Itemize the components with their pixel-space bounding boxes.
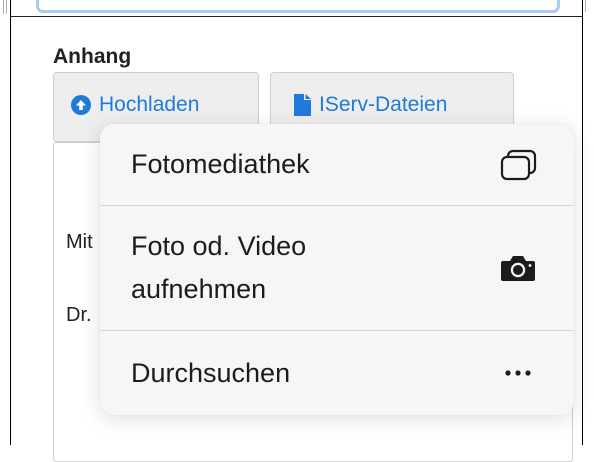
panel-text-line-1: Mit [66,231,93,253]
menu-item-take-photo-video[interactable]: Foto od. Video aufnehmen [100,206,574,331]
menu-item-photo-library[interactable]: Fotomediathek [100,124,574,206]
text-field-above[interactable] [36,0,560,13]
left-scrollbar-fragment [3,0,7,14]
menu-item-label: Foto od. Video aufnehmen [131,231,307,304]
menu-item-label: Durchsuchen [131,357,291,388]
right-border [582,0,594,445]
menu-item-browse[interactable]: Durchsuchen [100,331,574,415]
top-divider [10,16,583,17]
left-border [0,0,11,445]
attachments-heading: Anhang [53,45,132,68]
photo-library-icon [498,149,538,181]
more-icon [498,357,538,389]
upload-button-label: Hochladen [99,93,200,116]
menu-item-label: Fotomediathek [131,149,310,179]
upload-source-menu: Fotomediathek Foto od. Video aufnehmen D… [100,124,574,415]
panel-text-line-2: Dr. [66,304,92,326]
right-scrollbar-fragment [585,0,589,12]
upload-arrow-icon [71,95,91,115]
camera-icon [498,252,538,284]
file-icon [294,94,311,116]
iserv-files-label: IServ-Dateien [319,93,448,116]
